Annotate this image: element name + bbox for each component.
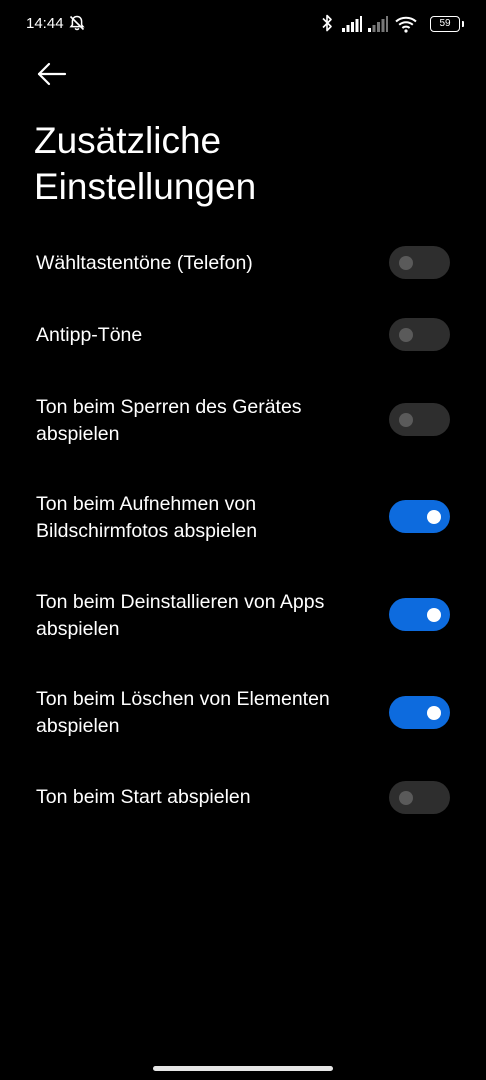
setting-row-screenshot-sound[interactable]: Ton beim Aufnehmen von Bildschirmfotos a… (0, 488, 486, 552)
setting-label-line1: Antipp-Töne (36, 324, 143, 346)
setting-label-line1: Ton beim Sperren des Gerätes (36, 396, 302, 418)
toggle-knob (398, 255, 413, 270)
status-icons: 59 (320, 13, 464, 38)
bluetooth-icon (320, 13, 334, 38)
setting-row-uninstall-sound[interactable]: Ton beim Deinstallieren von Apps abspiel… (0, 586, 486, 650)
wifi-icon (395, 15, 417, 38)
setting-label-line1: Ton beim Aufnehmen von (36, 493, 257, 515)
toggle-knob (426, 607, 441, 622)
battery-nub (462, 21, 464, 27)
back-button[interactable] (30, 56, 74, 92)
alarm-off-icon (68, 14, 86, 32)
toggle-knob (398, 790, 413, 805)
toggle-screenshot-sound[interactable] (389, 500, 450, 533)
toggle-dial-tones[interactable] (389, 246, 450, 279)
toggle-knob (426, 509, 441, 524)
setting-label: Ton beim Aufnehmen von Bildschirmfotos a… (36, 491, 376, 545)
status-time: 14:44 (26, 15, 64, 32)
toggle-uninstall-sound[interactable] (389, 598, 450, 631)
toggle-knob (398, 327, 413, 342)
setting-label-line2: abspielen (36, 715, 120, 737)
status-bar: 14:44 59 (0, 0, 486, 48)
setting-label: Wähltastentöne (Telefon) (36, 250, 376, 277)
toggle-knob (398, 412, 413, 427)
setting-row-touch-sounds[interactable]: Antipp-Töne (0, 312, 486, 358)
setting-label-line2: Bildschirmfotos abspielen (36, 520, 258, 542)
setting-label: Ton beim Deinstallieren von Apps abspiel… (36, 589, 376, 643)
setting-label: Ton beim Sperren des Gerätes abspielen (36, 394, 376, 448)
signal-weak-icon (368, 16, 388, 37)
home-indicator[interactable] (153, 1066, 333, 1071)
toggle-touch-sounds[interactable] (389, 318, 450, 351)
setting-label: Antipp-Töne (36, 322, 376, 349)
signal-icon (342, 16, 362, 37)
setting-label-line1: Wähltastentöne (Telefon) (36, 252, 253, 274)
setting-row-delete-sound[interactable]: Ton beim Löschen von Elementen abspielen (0, 683, 486, 747)
setting-row-startup-sound[interactable]: Ton beim Start abspielen (0, 774, 486, 820)
setting-label-line2: abspielen (36, 423, 120, 445)
toggle-lock-sound[interactable] (389, 403, 450, 436)
page-title-line1: Zusätzliche (34, 120, 222, 161)
toggle-startup-sound[interactable] (389, 781, 450, 814)
toggle-knob (426, 705, 441, 720)
setting-label: Ton beim Löschen von Elementen abspielen (36, 686, 376, 740)
setting-label-line1: Ton beim Start abspielen (36, 786, 251, 808)
setting-label-line1: Ton beim Löschen von Elementen (36, 688, 330, 710)
toggle-delete-sound[interactable] (389, 696, 450, 729)
page-title-line2: Einstellungen (34, 166, 257, 207)
page-title: Zusätzliche Einstellungen (34, 118, 454, 210)
setting-label: Ton beim Start abspielen (36, 784, 376, 811)
setting-row-dial-tones[interactable]: Wähltastentöne (Telefon) (0, 240, 486, 286)
battery-icon: 59 (430, 16, 460, 32)
setting-row-lock-sound[interactable]: Ton beim Sperren des Gerätes abspielen (0, 390, 486, 454)
setting-label-line1: Ton beim Deinstallieren von Apps (36, 591, 325, 613)
setting-label-line2: abspielen (36, 618, 120, 640)
arrow-left-icon (30, 62, 74, 96)
